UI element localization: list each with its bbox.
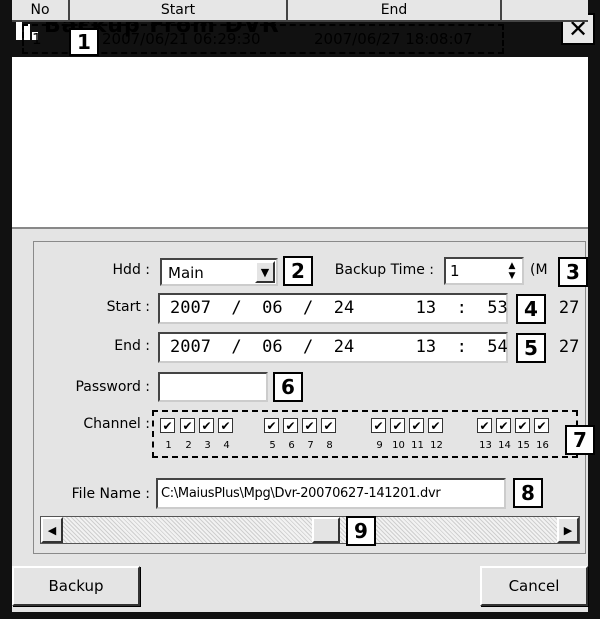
password-label: Password : <box>75 379 150 395</box>
backup-time-label: Backup Time : <box>334 262 434 278</box>
callout-1: 1 <box>69 28 99 56</box>
channel-16-checkbox[interactable]: ✔ <box>534 418 549 433</box>
end-label: End : <box>114 338 150 354</box>
column-header-no[interactable]: No <box>12 0 70 22</box>
hdd-value: Main <box>168 264 204 282</box>
channel-5-checkbox[interactable]: ✔ <box>264 418 279 433</box>
scroll-thumb[interactable] <box>312 517 340 543</box>
channel-number-label: 9 <box>376 440 383 451</box>
channel-number-label: 14 <box>498 440 511 451</box>
column-header-start[interactable]: Start <box>70 0 288 22</box>
channel-number-label: 7 <box>307 440 314 451</box>
checkmark-icon: ✔ <box>430 418 441 433</box>
backup-time-unit: (M <box>530 262 548 278</box>
channel-number-label: 1 <box>165 440 172 451</box>
channel-12-checkbox[interactable]: ✔ <box>428 418 443 433</box>
file-name-value: C:\MaiusPlus\Mpg\Dvr-20070627-141201.dvr <box>161 486 441 501</box>
row-no: 1 <box>32 30 42 48</box>
callout-7: 7 <box>565 425 595 455</box>
channel-4-checkbox[interactable]: ✔ <box>218 418 233 433</box>
file-name-field[interactable]: C:\MaiusPlus\Mpg\Dvr-20070627-141201.dvr <box>156 478 506 509</box>
cancel-button[interactable]: Cancel <box>480 566 588 606</box>
checkmark-icon: ✔ <box>266 418 277 433</box>
scroll-left-icon[interactable]: ◀ <box>41 517 63 543</box>
callout-6: 6 <box>273 372 303 402</box>
checkmark-icon: ✔ <box>373 418 384 433</box>
row-end: 2007/06/27 18:08:07 <box>314 30 473 48</box>
channel-label: Channel : <box>83 416 150 432</box>
channel-number-label: 3 <box>204 440 211 451</box>
channel-7-checkbox[interactable]: ✔ <box>302 418 317 433</box>
channel-number-label: 13 <box>479 440 492 451</box>
channel-9-checkbox[interactable]: ✔ <box>371 418 386 433</box>
backup-time-spinner[interactable]: 1 ▲ ▼ <box>444 257 524 285</box>
channel-number-label: 15 <box>517 440 530 451</box>
chevron-down-icon[interactable]: ▼ <box>255 261 275 283</box>
checkmark-icon: ✔ <box>304 418 315 433</box>
channel-3-checkbox[interactable]: ✔ <box>199 418 214 433</box>
start-datetime-field[interactable]: 2007 / 06 / 24 13 : 53 : 27 <box>158 293 579 324</box>
channel-2-checkbox[interactable]: ✔ <box>180 418 195 433</box>
backup-button[interactable]: Backup <box>12 566 140 606</box>
column-header-end[interactable]: End <box>288 0 502 22</box>
callout-4: 4 <box>516 294 546 324</box>
channel-number-label: 2 <box>185 440 192 451</box>
hdd-label: Hdd : <box>112 262 150 278</box>
start-label: Start : <box>106 299 150 315</box>
channel-8-checkbox[interactable]: ✔ <box>321 418 336 433</box>
backup-time-value: 1 <box>450 262 460 280</box>
checkmark-icon: ✔ <box>323 418 334 433</box>
window-frame-bottom <box>0 612 600 619</box>
scroll-right-icon[interactable]: ▶ <box>557 517 579 543</box>
window-frame-left <box>0 57 12 619</box>
password-field[interactable] <box>158 372 268 402</box>
checkmark-icon: ✔ <box>285 418 296 433</box>
callout-9: 9 <box>346 516 376 546</box>
channel-number-label: 11 <box>411 440 424 451</box>
channel-number-label: 5 <box>269 440 276 451</box>
checkmark-icon: ✔ <box>498 418 509 433</box>
checkmark-icon: ✔ <box>536 418 547 433</box>
channel-1-checkbox[interactable]: ✔ <box>160 418 175 433</box>
channel-11-checkbox[interactable]: ✔ <box>409 418 424 433</box>
column-header-blank <box>502 0 588 22</box>
checkmark-icon: ✔ <box>182 418 193 433</box>
window-frame-right <box>588 57 600 619</box>
checkmark-icon: ✔ <box>162 418 173 433</box>
channel-number-label: 8 <box>326 440 333 451</box>
recording-list[interactable] <box>12 57 588 229</box>
channel-number-label: 10 <box>392 440 405 451</box>
end-datetime-field[interactable]: 2007 / 06 / 24 13 : 54 : 27 <box>158 332 579 363</box>
channel-6-checkbox[interactable]: ✔ <box>283 418 298 433</box>
checkmark-icon: ✔ <box>220 418 231 433</box>
channel-13-checkbox[interactable]: ✔ <box>477 418 492 433</box>
callout-3: 3 <box>558 257 588 287</box>
checkmark-icon: ✔ <box>517 418 528 433</box>
channel-10-checkbox[interactable]: ✔ <box>390 418 405 433</box>
channel-number-label: 4 <box>223 440 230 451</box>
file-name-label: File Name : <box>71 486 150 502</box>
checkmark-icon: ✔ <box>392 418 403 433</box>
row-start: 2007/06/21 06:29:30 <box>102 30 261 48</box>
callout-2: 2 <box>283 256 313 286</box>
callout-8: 8 <box>513 478 543 508</box>
channel-number-label: 12 <box>430 440 443 451</box>
horizontal-scrollbar[interactable] <box>40 516 580 544</box>
channel-14-checkbox[interactable]: ✔ <box>496 418 511 433</box>
callout-5: 5 <box>516 333 546 363</box>
checkmark-icon: ✔ <box>479 418 490 433</box>
hdd-select[interactable]: Main ▼ <box>160 258 278 286</box>
channel-number-label: 6 <box>288 440 295 451</box>
channel-15-checkbox[interactable]: ✔ <box>515 418 530 433</box>
spin-down-icon[interactable]: ▼ <box>504 271 520 282</box>
checkmark-icon: ✔ <box>411 418 422 433</box>
channel-number-label: 16 <box>536 440 549 451</box>
checkmark-icon: ✔ <box>201 418 212 433</box>
